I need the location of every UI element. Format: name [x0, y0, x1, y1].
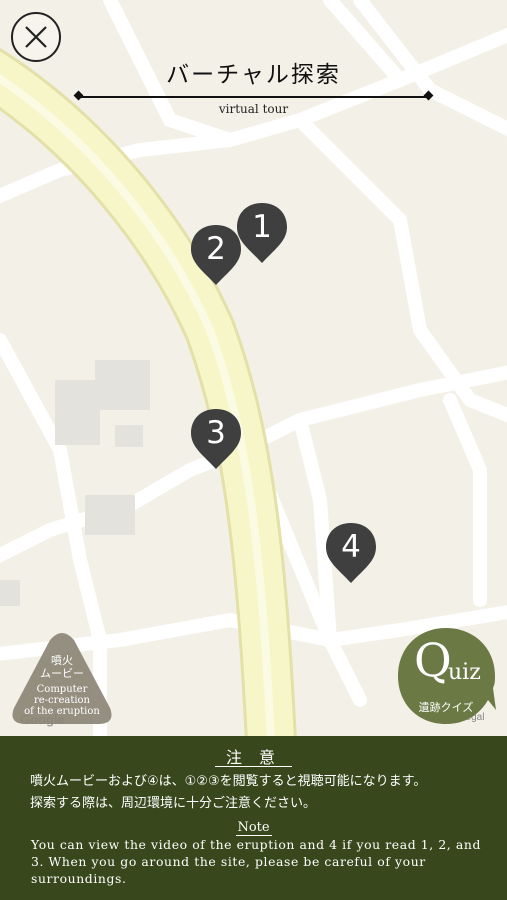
close-button[interactable] [11, 12, 61, 62]
notice-panel: 注 意 噴火ムービーおよび④は、①②③を閲覧すると視聴可能になります。 探索する… [0, 736, 507, 900]
map-pin-3[interactable]: 3 [189, 407, 243, 471]
map-pin-label: 4 [341, 529, 361, 565]
map-pin-label: 1 [252, 209, 272, 245]
movie-label-en-3: of the eruption [24, 706, 100, 717]
notice-jp-line-1: 噴火ムービーおよび④は、①②③を閲覧すると視聴可能になります。 [30, 774, 427, 789]
page-header: バーチャル探索 virtual tour [75, 60, 432, 122]
notice-jp-line-2: 探索する際は、周辺環境に十分ご注意ください。 [30, 796, 317, 811]
notice-en-text: You can view the video of the eruption a… [31, 837, 481, 886]
map-pin-label: 2 [206, 231, 226, 267]
quiz-label-jp: 遺跡クイズ [418, 701, 474, 714]
movie-button-text: 噴火 ムービー Computer re-creation of the erup… [10, 654, 114, 717]
movie-label-en-1: Computer [36, 684, 88, 695]
close-icon [25, 26, 47, 48]
map-pin-1[interactable]: 1 [235, 201, 289, 265]
page-title: バーチャル探索 [166, 62, 341, 88]
notice-title: 注 意 [225, 748, 282, 767]
title-divider [79, 96, 428, 98]
ruins-quiz-button[interactable]: Q uiz 遺跡クイズ [396, 626, 498, 728]
movie-label-en-2: re-creation [33, 695, 90, 706]
quiz-q-letter: Q [414, 633, 452, 687]
quiz-rest-letters: uiz [448, 660, 481, 685]
eruption-movie-button[interactable]: 噴火 ムービー Computer re-creation of the erup… [10, 632, 114, 728]
map-pin-4[interactable]: 4 [324, 521, 378, 585]
note-heading: Note [237, 820, 270, 835]
movie-label-jp-1: 噴火 [51, 654, 73, 667]
page-subtitle: virtual tour [218, 102, 289, 116]
map-pin-label: 3 [206, 415, 226, 451]
movie-label-jp-2: ムービー [40, 667, 84, 680]
notice-title-underline [215, 766, 292, 767]
map-pin-2[interactable]: 2 [189, 223, 243, 287]
